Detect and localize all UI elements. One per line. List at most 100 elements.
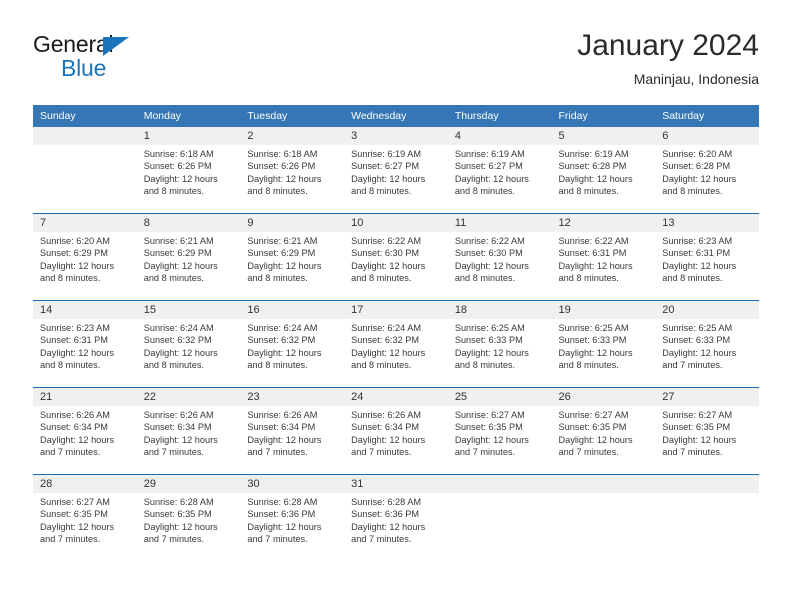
day-cell[interactable]: Sunrise: 6:27 AM Sunset: 6:35 PM Daylight:… xyxy=(551,406,656,474)
weekday-header-tuesday: Tuesday xyxy=(240,105,345,127)
day-cell[interactable]: Sunrise: 6:19 AM Sunset: 6:27 PM Daylight:… xyxy=(447,145,552,213)
day-cell[interactable]: Sunrise: 6:22 AM Sunset: 6:30 PM Daylight:… xyxy=(344,232,448,300)
day-cell[interactable]: Sunrise: 6:26 AM Sunset: 6:34 PM Daylight:… xyxy=(33,406,137,474)
day-sunrise-text: Sunrise: 6:26 AM xyxy=(351,410,422,420)
day-sunset-text: Sunset: 6:33 PM xyxy=(662,335,731,346)
day-number[interactable]: 12 xyxy=(551,214,656,232)
day-sunset-text: Sunset: 6:36 PM xyxy=(247,509,316,520)
day-number[interactable]: 4 xyxy=(447,127,552,145)
day-number-empty xyxy=(551,475,656,493)
day-cell[interactable]: Sunrise: 6:27 AM Sunset: 6:35 PM Daylight:… xyxy=(447,406,552,474)
day-cell[interactable]: Sunrise: 6:27 AM Sunset: 6:35 PM Daylight:… xyxy=(33,493,137,561)
day-daylight-2-text: and 8 minutes. xyxy=(143,273,204,284)
day-sunrise-text: Sunrise: 6:21 AM xyxy=(143,236,214,246)
day-number[interactable]: 23 xyxy=(240,388,345,406)
weekday-header-saturday: Saturday xyxy=(655,105,759,127)
day-daylight-1-text: Daylight: 12 hours xyxy=(662,173,737,184)
day-daylight-1-text: Daylight: 12 hours xyxy=(40,347,115,358)
day-number[interactable]: 30 xyxy=(240,475,345,493)
day-cell[interactable]: Sunrise: 6:18 AM Sunset: 6:26 PM Daylight:… xyxy=(240,145,345,213)
day-number[interactable]: 2 xyxy=(240,127,345,145)
day-number[interactable]: 16 xyxy=(240,301,345,319)
day-number[interactable]: 7 xyxy=(33,214,137,232)
day-cell[interactable]: Sunrise: 6:26 AM Sunset: 6:34 PM Daylight:… xyxy=(344,406,448,474)
day-cell[interactable]: Sunrise: 6:25 AM Sunset: 6:33 PM Daylight:… xyxy=(551,319,656,387)
day-cell[interactable]: Sunrise: 6:23 AM Sunset: 6:31 PM Daylight:… xyxy=(33,319,137,387)
day-cell[interactable]: Sunrise: 6:22 AM Sunset: 6:31 PM Daylight:… xyxy=(551,232,656,300)
day-number[interactable]: 19 xyxy=(551,301,656,319)
day-cell[interactable]: Sunrise: 6:23 AM Sunset: 6:31 PM Daylight:… xyxy=(655,232,759,300)
day-cell[interactable]: Sunrise: 6:22 AM Sunset: 6:30 PM Daylight:… xyxy=(447,232,552,300)
day-cell[interactable]: Sunrise: 6:26 AM Sunset: 6:34 PM Daylight:… xyxy=(136,406,241,474)
day-number[interactable]: 25 xyxy=(447,388,552,406)
day-cell[interactable]: Sunrise: 6:24 AM Sunset: 6:32 PM Daylight:… xyxy=(240,319,345,387)
day-number[interactable]: 24 xyxy=(344,388,448,406)
calendar-body: 1 2 3 4 5 6 Sunrise: 6:18 AM Sunset: 6:26 PM Day… xyxy=(33,127,759,561)
day-sunrise-text: Sunrise: 6:22 AM xyxy=(558,236,629,246)
day-number[interactable]: 27 xyxy=(655,388,759,406)
day-cell[interactable]: Sunrise: 6:28 AM Sunset: 6:35 PM Daylight:… xyxy=(136,493,241,561)
day-number[interactable]: 5 xyxy=(551,127,656,145)
day-number[interactable]: 3 xyxy=(344,127,448,145)
day-cell[interactable]: Sunrise: 6:19 AM Sunset: 6:28 PM Daylight:… xyxy=(551,145,656,213)
day-cell[interactable]: Sunrise: 6:27 AM Sunset: 6:35 PM Daylight:… xyxy=(655,406,759,474)
day-daylight-2-text: and 7 minutes. xyxy=(247,447,308,458)
day-cell[interactable]: Sunrise: 6:28 AM Sunset: 6:36 PM Daylight:… xyxy=(240,493,345,561)
day-daylight-1-text: Daylight: 12 hours xyxy=(247,521,322,532)
day-number[interactable]: 6 xyxy=(655,127,759,145)
day-number[interactable]: 8 xyxy=(136,214,241,232)
day-sunset-text: Sunset: 6:29 PM xyxy=(143,248,212,259)
day-cell[interactable]: Sunrise: 6:19 AM Sunset: 6:27 PM Daylight:… xyxy=(344,145,448,213)
day-daylight-2-text: and 7 minutes. xyxy=(662,360,723,371)
day-daylight-1-text: Daylight: 12 hours xyxy=(351,434,426,445)
logo-text-blue: Blue xyxy=(61,55,107,81)
day-cell[interactable]: Sunrise: 6:25 AM Sunset: 6:33 PM Daylight:… xyxy=(655,319,759,387)
general-blue-logo[interactable]: General Blue xyxy=(33,32,153,88)
day-number-empty xyxy=(655,475,759,493)
day-sunrise-text: Sunrise: 6:23 AM xyxy=(40,323,110,333)
day-cell[interactable]: Sunrise: 6:28 AM Sunset: 6:36 PM Daylight:… xyxy=(344,493,448,561)
day-daylight-2-text: and 7 minutes. xyxy=(454,447,516,458)
day-sunset-text: Sunset: 6:26 PM xyxy=(143,161,212,172)
day-sunrise-text: Sunrise: 6:21 AM xyxy=(247,236,318,246)
calendar-page: General Blue January 2024 Maninjau, Indo… xyxy=(0,0,792,612)
day-number[interactable]: 20 xyxy=(655,301,759,319)
day-number[interactable]: 26 xyxy=(551,388,656,406)
day-cell[interactable]: Sunrise: 6:24 AM Sunset: 6:32 PM Daylight:… xyxy=(136,319,241,387)
day-cell[interactable]: Sunrise: 6:26 AM Sunset: 6:34 PM Daylight:… xyxy=(240,406,345,474)
day-sunrise-text: Sunrise: 6:28 AM xyxy=(247,497,318,507)
week-daynumber-row: 21 22 23 24 25 26 27 xyxy=(33,388,759,406)
day-number[interactable]: 28 xyxy=(33,475,137,493)
day-number[interactable]: 11 xyxy=(447,214,552,232)
day-number[interactable]: 9 xyxy=(240,214,345,232)
day-sunset-text: Sunset: 6:31 PM xyxy=(662,248,731,259)
day-daylight-2-text: and 8 minutes. xyxy=(40,360,101,371)
day-cell[interactable]: Sunrise: 6:25 AM Sunset: 6:33 PM Daylight:… xyxy=(447,319,552,387)
day-number[interactable]: 15 xyxy=(136,301,241,319)
day-daylight-1-text: Daylight: 12 hours xyxy=(143,260,218,271)
day-number[interactable]: 29 xyxy=(136,475,241,493)
day-daylight-2-text: and 8 minutes. xyxy=(662,186,723,197)
day-number[interactable]: 1 xyxy=(136,127,241,145)
day-number[interactable]: 14 xyxy=(33,301,137,319)
day-cell[interactable]: Sunrise: 6:21 AM Sunset: 6:29 PM Daylight:… xyxy=(240,232,345,300)
day-number[interactable]: 18 xyxy=(447,301,552,319)
title-block: January 2024 Maninjau, Indonesia xyxy=(577,28,759,89)
day-sunset-text: Sunset: 6:28 PM xyxy=(558,161,627,172)
day-cell[interactable]: Sunrise: 6:20 AM Sunset: 6:29 PM Daylight:… xyxy=(33,232,137,300)
day-number[interactable]: 13 xyxy=(655,214,759,232)
day-cell[interactable]: Sunrise: 6:20 AM Sunset: 6:28 PM Daylight:… xyxy=(655,145,759,213)
day-daylight-2-text: and 8 minutes. xyxy=(351,360,412,371)
day-number[interactable]: 21 xyxy=(33,388,137,406)
day-sunset-text: Sunset: 6:36 PM xyxy=(351,509,420,520)
day-cell[interactable]: Sunrise: 6:18 AM Sunset: 6:26 PM Daylight:… xyxy=(136,145,241,213)
day-sunrise-text: Sunrise: 6:19 AM xyxy=(454,149,525,159)
day-number[interactable]: 17 xyxy=(344,301,448,319)
day-cell[interactable]: Sunrise: 6:21 AM Sunset: 6:29 PM Daylight:… xyxy=(136,232,241,300)
logo-triangle-icon xyxy=(103,37,129,56)
day-cell[interactable]: Sunrise: 6:24 AM Sunset: 6:32 PM Daylight:… xyxy=(344,319,448,387)
day-number[interactable]: 22 xyxy=(136,388,241,406)
day-number[interactable]: 10 xyxy=(344,214,448,232)
day-number[interactable]: 31 xyxy=(344,475,448,493)
page-subtitle-location: Maninjau, Indonesia xyxy=(633,71,759,87)
